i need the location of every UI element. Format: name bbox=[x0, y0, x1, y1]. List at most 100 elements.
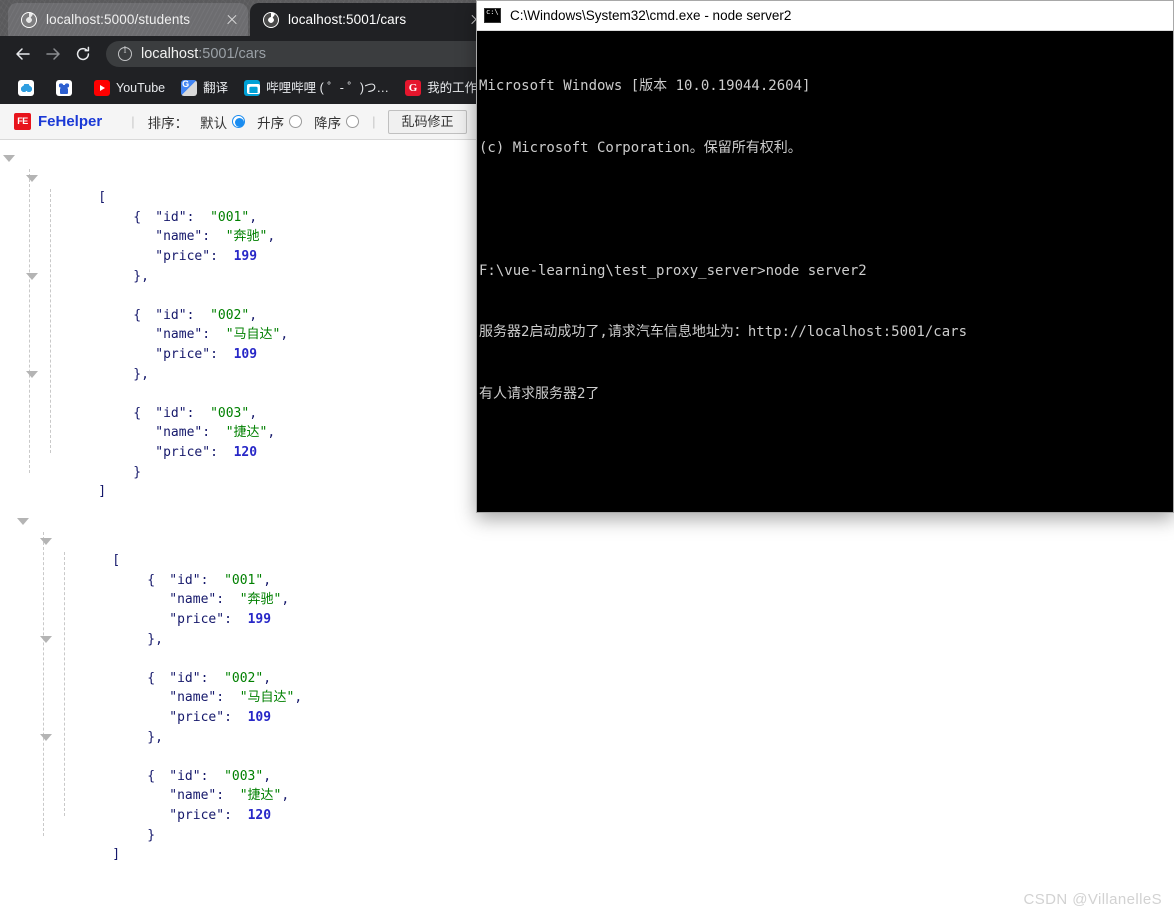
json-row: [ bbox=[14, 512, 302, 568]
divider: | bbox=[131, 114, 135, 129]
collapse-triangle-icon[interactable] bbox=[26, 174, 38, 182]
sort-option-label: 升序 bbox=[257, 115, 285, 131]
cmd-line: 服务器2启动成功了,请求汽车信息地址为：http://localhost:500… bbox=[479, 324, 968, 340]
info-circle-icon[interactable] bbox=[118, 45, 132, 61]
json-row: }, bbox=[0, 345, 288, 382]
bookmark-cloud[interactable] bbox=[10, 76, 48, 100]
globe-icon bbox=[263, 11, 279, 28]
json-bracket: ] bbox=[98, 484, 107, 500]
cmd-title-text: C:\Windows\System32\cmd.exe - node serve… bbox=[510, 8, 792, 23]
json-row: [ bbox=[0, 149, 288, 205]
json-row: "name": "马自达", bbox=[155, 327, 289, 343]
collapse-triangle-icon[interactable] bbox=[3, 155, 15, 162]
fix-encoding-button[interactable]: 乱码修正 bbox=[388, 109, 467, 134]
url-text: localhost:5001/cars bbox=[141, 46, 266, 62]
json-row: "name": "奔驰", bbox=[169, 592, 290, 608]
bookmark-youtube[interactable]: YouTube bbox=[86, 76, 173, 100]
cmd-line: (c) Microsoft Corporation。保留所有权利。 bbox=[479, 139, 802, 156]
json-row: "price": 109 bbox=[0, 325, 288, 362]
json-row: "price": 199 bbox=[0, 227, 288, 264]
gitee-icon bbox=[405, 80, 422, 96]
json-row: { bbox=[14, 532, 302, 588]
bookmark-translate[interactable]: 翻译 bbox=[173, 76, 236, 100]
json-row: { bbox=[14, 630, 302, 686]
youtube-icon bbox=[94, 80, 110, 96]
json-row: "id": "002", bbox=[155, 307, 258, 323]
json-row: { bbox=[0, 267, 288, 323]
json-row: "price": 120 bbox=[14, 786, 302, 823]
sort-option-default[interactable]: 默认 bbox=[200, 112, 246, 132]
json-row: "id": "003", bbox=[155, 405, 258, 421]
sort-option-label: 默认 bbox=[200, 115, 228, 131]
collapse-triangle-icon[interactable] bbox=[17, 518, 29, 525]
json-row: "id": "003", bbox=[169, 768, 272, 784]
json-row: "price": 199 bbox=[14, 590, 302, 627]
tab-cars[interactable]: localhost:5001/cars bbox=[250, 3, 492, 36]
sort-option-asc[interactable]: 升序 bbox=[257, 112, 303, 132]
json-row: }, bbox=[0, 247, 288, 284]
json-row: "id": "002", bbox=[169, 670, 272, 686]
sort-label: 排序： bbox=[147, 115, 189, 131]
json-row: "price": 120 bbox=[0, 423, 288, 460]
json-bracket: ] bbox=[112, 847, 121, 863]
google-translate-icon bbox=[181, 80, 198, 96]
tab-title: localhost:5001/cars bbox=[288, 12, 407, 27]
bookmark-label: 翻译 bbox=[203, 81, 229, 95]
collapse-triangle-icon[interactable] bbox=[40, 733, 52, 741]
cmd-console-output: Microsoft Windows [版本 10.0.19044.2604] (… bbox=[477, 31, 1173, 445]
collapse-triangle-icon[interactable] bbox=[26, 370, 38, 378]
json-row: { bbox=[14, 728, 302, 784]
cmd-window[interactable]: C:\Windows\System32\cmd.exe - node serve… bbox=[476, 0, 1174, 513]
json-row: { bbox=[0, 365, 288, 421]
cars-json-bottom: [ { "id": "001", "name": "奔驰", "price": … bbox=[14, 512, 303, 862]
forward-arrow-icon[interactable] bbox=[38, 39, 68, 69]
json-row: "name": "马自达", bbox=[169, 690, 303, 706]
radio-icon[interactable] bbox=[232, 115, 246, 128]
radio-icon[interactable] bbox=[346, 115, 360, 128]
cmd-icon bbox=[484, 8, 501, 23]
collapse-triangle-icon[interactable] bbox=[40, 537, 52, 545]
json-row: ] bbox=[14, 826, 302, 862]
json-row: } bbox=[14, 806, 302, 843]
json-row: } bbox=[0, 443, 288, 480]
collapse-triangle-icon[interactable] bbox=[40, 635, 52, 643]
cmd-line: F:\vue-learning\test_proxy_server>node s… bbox=[479, 262, 867, 279]
tab-students[interactable]: localhost:5000/students bbox=[8, 3, 248, 36]
tab-title: localhost:5000/students bbox=[46, 12, 191, 27]
url-host: localhost bbox=[141, 46, 199, 62]
collapse-triangle-icon[interactable] bbox=[26, 272, 38, 280]
reload-icon[interactable] bbox=[68, 39, 98, 69]
bookmark-label: 哔哩哔哩 ( ゜- ゜)つ… bbox=[266, 81, 390, 95]
back-arrow-icon[interactable] bbox=[8, 39, 38, 69]
json-row: }, bbox=[14, 610, 302, 647]
cars-json-top: [ { "id": "001", "name": "奔驰", "price": … bbox=[0, 149, 289, 499]
json-row: ] bbox=[0, 463, 288, 499]
cloud-icon bbox=[18, 80, 34, 96]
cmd-title-bar[interactable]: C:\Windows\System32\cmd.exe - node serve… bbox=[477, 1, 1173, 31]
cmd-line: Microsoft Windows [版本 10.0.19044.2604] bbox=[479, 78, 811, 94]
json-row: }, bbox=[14, 708, 302, 745]
json-row: "name": "捷达", bbox=[169, 788, 290, 804]
sort-option-label: 降序 bbox=[314, 115, 342, 131]
json-row: "name": "奔驰", bbox=[155, 229, 276, 245]
radio-icon[interactable] bbox=[289, 115, 303, 128]
divider: | bbox=[372, 114, 376, 129]
close-icon[interactable] bbox=[224, 12, 240, 28]
sort-option-desc[interactable]: 降序 bbox=[314, 112, 360, 132]
bookmark-baidu[interactable] bbox=[48, 76, 86, 100]
bookmark-label: YouTube bbox=[116, 81, 166, 95]
json-row: "price": 109 bbox=[14, 688, 302, 725]
screen-root: localhost:5000/students localhost:5001/c… bbox=[0, 0, 1174, 920]
json-row: "id": "001", bbox=[155, 209, 258, 225]
cmd-line bbox=[479, 199, 1173, 220]
url-path: :5001/cars bbox=[198, 46, 266, 62]
baidu-icon bbox=[56, 80, 72, 96]
json-row: "id": "001", bbox=[169, 572, 272, 588]
cmd-line: 有人请求服务器2了 bbox=[479, 385, 600, 402]
watermark: CSDN @VillanelleS bbox=[1023, 891, 1162, 908]
fehelper-logo[interactable]: FeHelper bbox=[14, 113, 102, 130]
bookmark-bilibili[interactable]: 哔哩哔哩 ( ゜- ゜)つ… bbox=[236, 76, 397, 100]
bilibili-icon bbox=[244, 80, 261, 96]
json-row: { bbox=[0, 169, 288, 225]
globe-icon bbox=[21, 11, 37, 28]
